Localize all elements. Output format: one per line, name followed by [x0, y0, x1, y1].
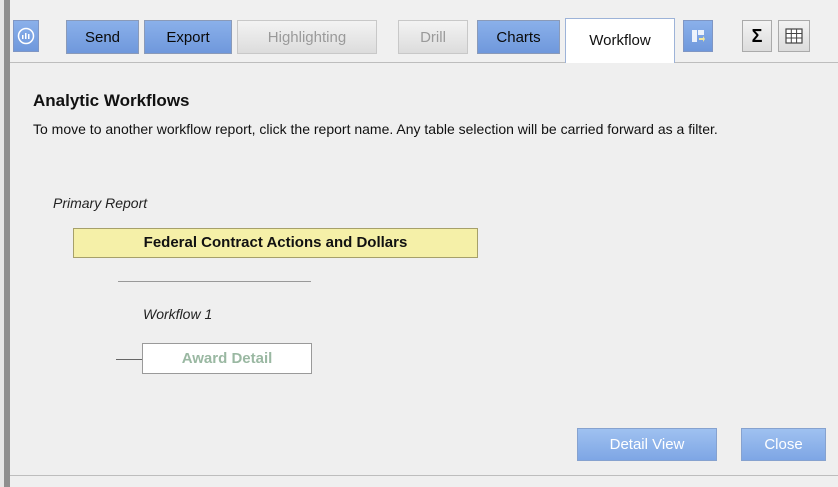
primary-report-label: Primary Report [53, 195, 148, 211]
toolbar: Send Export Highlighting Drill Charts Wo… [10, 0, 838, 64]
panel-title: Analytic Workflows [33, 91, 190, 110]
workflow-report-link[interactable]: Award Detail [142, 343, 312, 374]
sum-glyph: Σ [751, 25, 763, 46]
tab-charts[interactable]: Charts [477, 20, 560, 54]
detail-view-button[interactable]: Detail View [577, 428, 717, 461]
workflow-connector [116, 359, 142, 360]
tab-send[interactable]: Send [66, 20, 139, 54]
close-button[interactable]: Close [741, 428, 826, 461]
panel-description: To move to another workflow report, clic… [33, 121, 718, 137]
primary-report-link[interactable]: Federal Contract Actions and Dollars [73, 228, 478, 258]
sum-icon[interactable]: Σ [742, 20, 772, 52]
tab-workflow[interactable]: Workflow [565, 18, 675, 64]
divider-line [118, 281, 311, 282]
tab-drill[interactable]: Drill [398, 20, 468, 54]
bottom-border [10, 475, 838, 476]
workflow-panel: Analytic Workflows To move to another wo… [10, 63, 838, 487]
menu-icon[interactable] [13, 20, 39, 52]
workflow-label: Workflow 1 [143, 306, 213, 322]
tab-export[interactable]: Export [144, 20, 232, 54]
tab-highlighting[interactable]: Highlighting [237, 20, 377, 54]
table-icon[interactable] [778, 20, 810, 52]
pivot-icon[interactable] [683, 20, 713, 52]
